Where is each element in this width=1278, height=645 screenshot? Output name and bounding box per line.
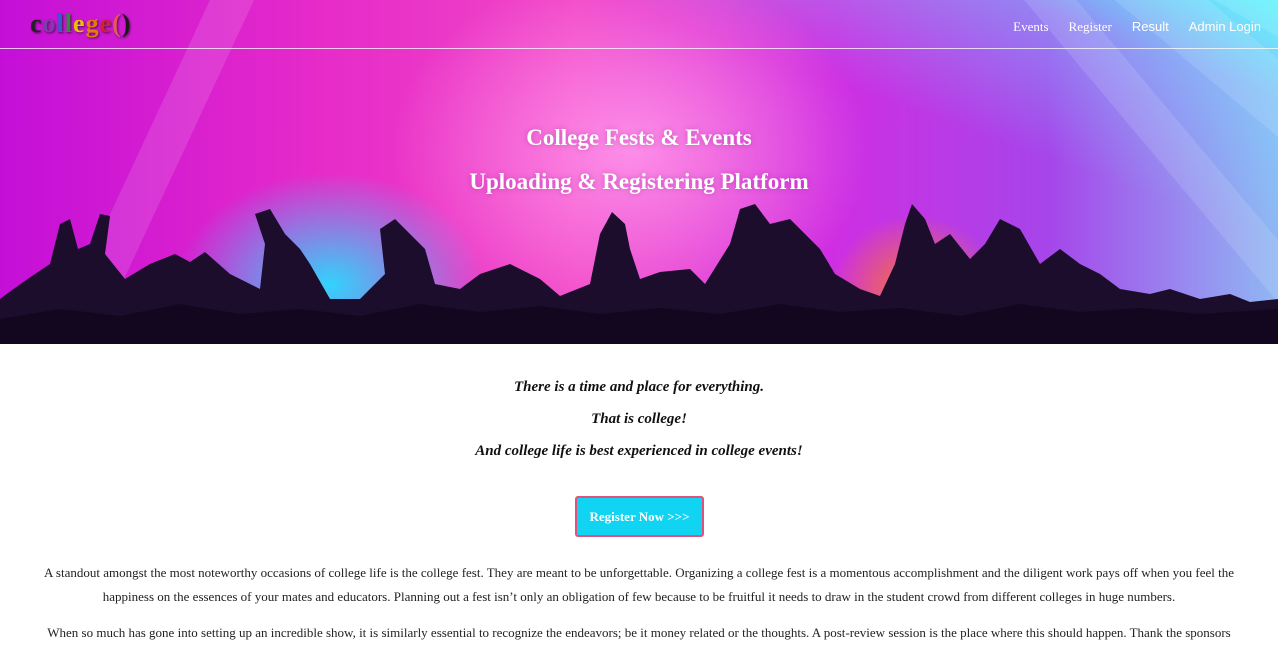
top-navbar: college() Events Register Result Admin L… [0,0,1278,49]
intro-line: That is college! [591,411,687,427]
brand-letter: l [64,9,74,38]
nav-register-link[interactable]: Register [1069,19,1112,35]
brand-letter: e [99,9,113,38]
brand-logo[interactable]: college() [30,9,131,39]
brand-letter: c [30,9,43,38]
crowd-silhouette [0,204,1278,344]
hero-subtitle: Uploading & Registering Platform [469,169,809,194]
nav-result-link[interactable]: Result [1132,19,1169,35]
brand-letter: g [85,9,100,38]
brand-letter: ( [112,9,122,38]
brand-letter: ) [121,9,132,38]
brand-letter: o [42,9,57,38]
intro-line: And college life is best experienced in … [475,443,803,459]
nav-links: Events Register Result Admin Login [993,19,1261,35]
register-now-button[interactable]: Register Now >>> [575,496,704,537]
content-paragraph: When so much has gone into setting up an… [47,625,1231,640]
brand-letter: l [56,9,65,38]
brand-letter: e [73,9,86,38]
nav-admin-login-link[interactable]: Admin Login [1189,19,1261,35]
intro-line: There is a time and place for everything… [514,379,764,395]
content-paragraph: A standout amongst the most noteworthy o… [43,565,1235,604]
hero-banner: college() Events Register Result Admin L… [0,0,1278,344]
hero-title: College Fests & Events [526,125,752,150]
nav-events-link[interactable]: Events [1013,19,1048,35]
